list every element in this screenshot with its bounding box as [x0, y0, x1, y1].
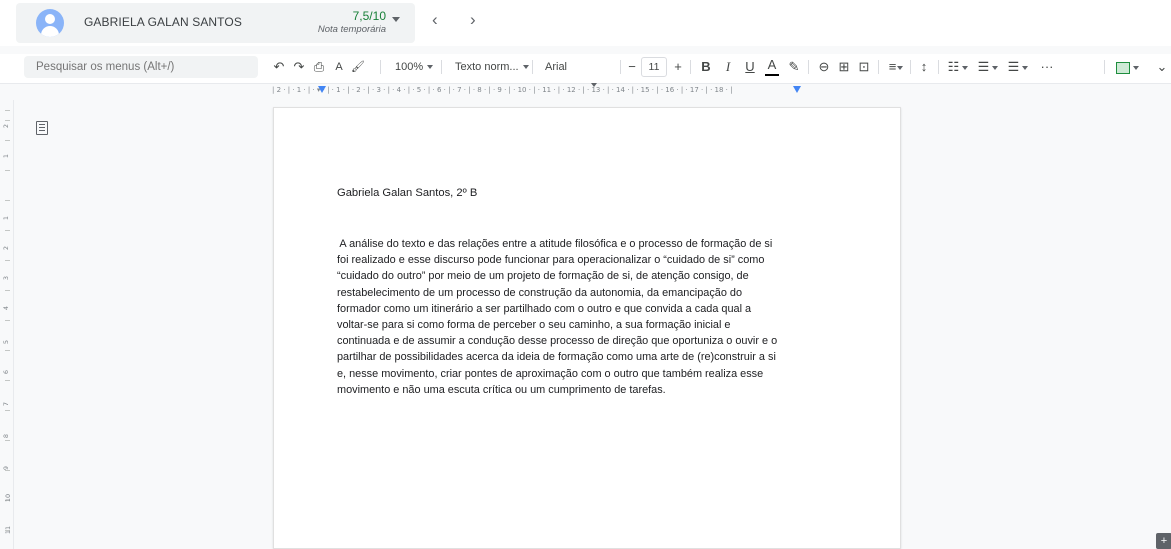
body-line: voltar-se para si como forma de perceber…	[337, 319, 731, 332]
paint-format-icon[interactable]: 🖌	[350, 58, 366, 76]
vruler-number: 9	[2, 465, 11, 471]
spellcheck-icon[interactable]: A	[331, 58, 347, 76]
vruler-number: 8	[2, 433, 11, 439]
line-spacing-icon[interactable]: ↕	[916, 58, 932, 76]
body-line: “cuidado do outro” por meio de um projet…	[337, 270, 749, 283]
more-options-button[interactable]: ···	[1038, 58, 1056, 76]
document-heading: Gabriela Galan Santos, 2º B	[337, 187, 478, 199]
bulleted-list-icon[interactable]: ☰	[976, 58, 1000, 76]
vruler-number: 6	[2, 369, 11, 375]
undo-icon[interactable]: ↶	[271, 58, 287, 76]
chevron-down-icon[interactable]: ⌄	[1155, 58, 1169, 76]
vruler-number: 11	[4, 525, 13, 535]
body-line: movimento e não uma escuta crítica ou um…	[337, 383, 666, 396]
insert-image-icon[interactable]: ⊡	[856, 58, 872, 76]
student-header-bar: GABRIELA GALAN SANTOS 7,5/10 Nota tempor…	[0, 0, 1171, 46]
style-value: Texto norm...	[455, 61, 519, 73]
redo-icon[interactable]: ↷	[291, 58, 307, 76]
grade-label: Nota temporária	[317, 24, 386, 35]
insert-comment-icon[interactable]: ⊞	[836, 58, 852, 76]
next-student-icon[interactable]: ›	[470, 10, 476, 30]
text-color-button[interactable]: A	[765, 58, 779, 76]
editing-mode-icon[interactable]	[1113, 58, 1141, 76]
vruler-number: 1	[2, 215, 11, 221]
style-select[interactable]: Texto norm...	[455, 58, 529, 76]
expand-panel-icon[interactable]: +	[1156, 533, 1171, 549]
bold-button[interactable]: B	[699, 58, 713, 76]
vruler-number: 2	[2, 245, 11, 251]
underline-button[interactable]: U	[743, 58, 757, 76]
vruler-number: 1	[2, 153, 11, 159]
vertical-ruler[interactable]: 2 1 1 2 3 4 5 6 7 8 9 10 11	[2, 100, 14, 549]
vruler-number: 3	[2, 275, 11, 281]
vruler-number: 10	[4, 493, 13, 503]
decrease-font-size-button[interactable]: −	[626, 58, 638, 76]
body-line: e, nesse movimento, criar pontes de apro…	[337, 367, 764, 380]
font-select[interactable]: Arial	[545, 58, 617, 88]
print-icon[interactable]: ⎙	[311, 58, 327, 76]
insert-link-icon[interactable]: ⊖	[816, 58, 832, 76]
document-body: A análise do texto e das relações entre …	[337, 236, 827, 398]
body-line: formador como um itinerário a ser partil…	[337, 302, 752, 315]
align-icon[interactable]: ≡	[885, 58, 907, 76]
body-line: continuada e de assumir a condução desse…	[337, 335, 778, 348]
vruler-number: 7	[2, 401, 11, 407]
grade-value: 7,5/10	[352, 9, 386, 23]
italic-button[interactable]: I	[721, 58, 735, 76]
body-line: partilhar de possibilidades acerca da id…	[337, 351, 776, 364]
font-size-input[interactable]: 11	[641, 57, 667, 77]
horizontal-ruler[interactable]: | 2 · | · 1 · | · ▾ · | · 1 · | · 2 · | …	[272, 84, 900, 96]
student-name: GABRIELA GALAN SANTOS	[84, 15, 242, 29]
highlight-color-icon[interactable]: ✎	[787, 58, 801, 76]
menu-search-input[interactable]	[24, 56, 258, 78]
vruler-number: 5	[2, 339, 11, 345]
increase-font-size-button[interactable]: +	[672, 58, 684, 76]
body-line: restabelecimento de um processo de const…	[337, 286, 743, 299]
document-outline-icon[interactable]	[36, 121, 48, 135]
numbered-list-icon[interactable]: ☰	[1006, 58, 1030, 76]
font-value: Arial	[545, 61, 568, 73]
vruler-number: 2	[2, 123, 11, 129]
grade-display[interactable]: 7,5/10 Nota temporária	[306, 9, 386, 35]
body-line: foi realizado e esse discurso pode funci…	[337, 254, 765, 267]
checklist-icon[interactable]: ☷	[946, 58, 970, 76]
vruler-number: 4	[2, 305, 11, 311]
avatar	[36, 9, 64, 37]
zoom-value: 100%	[395, 61, 424, 73]
previous-student-icon[interactable]: ‹	[432, 10, 438, 30]
zoom-select[interactable]: 100%	[395, 58, 434, 76]
document-page[interactable]: Gabriela Galan Santos, 2º B A análise do…	[273, 107, 901, 549]
docs-toolbar: ↶ ↷ ⎙ A 🖌 100% Texto norm... Arial − 11 …	[0, 54, 1171, 88]
student-selector[interactable]: GABRIELA GALAN SANTOS 7,5/10 Nota tempor…	[16, 3, 415, 43]
body-line: A análise do texto e das relações entre …	[337, 238, 773, 250]
grade-dropdown-icon[interactable]	[392, 17, 400, 22]
